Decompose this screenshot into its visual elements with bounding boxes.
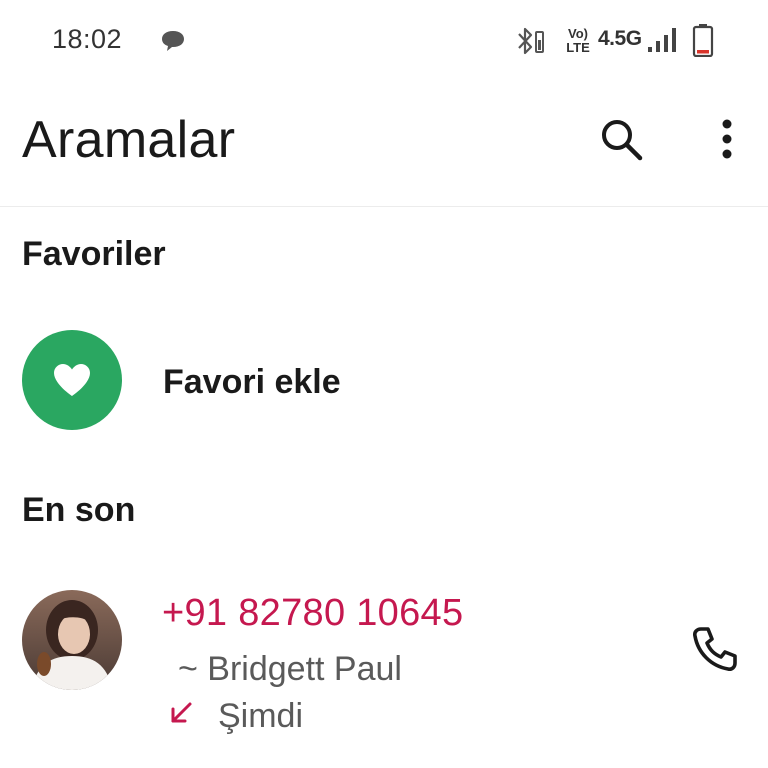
avatar[interactable] <box>22 590 122 690</box>
battery-icon <box>692 24 714 57</box>
add-favorite-label: Favori ekle <box>163 363 341 401</box>
recent-call-item[interactable]: +91 82780 10645 ~ Bridgett Paul Şimdi <box>0 580 768 740</box>
chat-icon <box>162 31 184 51</box>
call-phone-number: +91 82780 10645 <box>162 592 464 634</box>
status-time: 18:02 <box>52 24 123 54</box>
status-bar: 18:02 Vo) LTE 4.5G <box>0 0 768 80</box>
search-icon <box>602 120 643 161</box>
app-bar: Aramalar <box>0 80 768 207</box>
add-favorite-button[interactable]: Favori ekle <box>0 320 768 440</box>
more-options-button[interactable] <box>700 110 754 170</box>
page-title: Aramalar <box>22 111 236 169</box>
recent-heading: En son <box>22 491 136 529</box>
call-log-screen: 18:02 Vo) LTE 4.5G Aramalar Favoriler Fa… <box>0 0 768 768</box>
bluetooth-icon <box>518 27 544 55</box>
call-back-button[interactable] <box>684 620 744 680</box>
contact-photo <box>22 590 122 690</box>
heart-icon <box>54 364 90 396</box>
call-contact-name: ~ Bridgett Paul <box>178 650 402 688</box>
network-type: 4.5G <box>598 27 642 50</box>
phone-icon <box>693 627 737 671</box>
add-favorite-icon-circle <box>22 330 122 430</box>
more-vert-icon <box>722 119 732 159</box>
signal-icon <box>648 28 676 52</box>
favorites-heading: Favoriler <box>22 235 166 273</box>
search-button[interactable] <box>592 110 652 170</box>
incoming-call-arrow-icon <box>171 702 192 723</box>
volte-icon: Vo) LTE <box>566 26 590 55</box>
call-time: Şimdi <box>218 697 304 735</box>
